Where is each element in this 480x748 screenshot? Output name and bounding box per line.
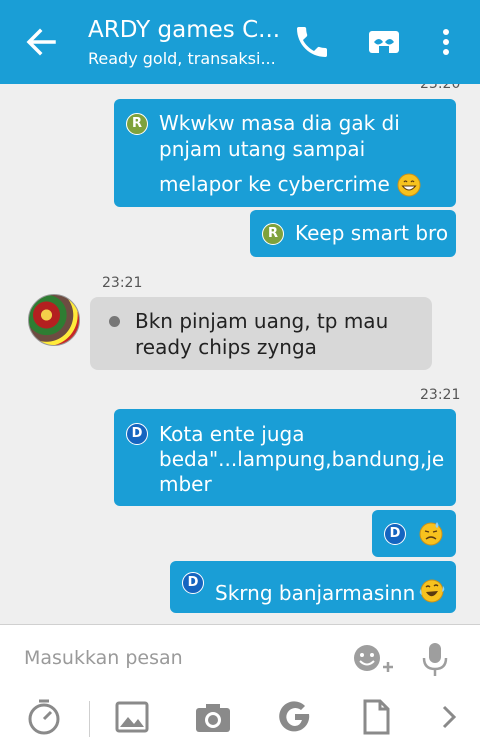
chat-subtitle[interactable]: Ready gold, transaksi... bbox=[88, 49, 276, 69]
camera-icon[interactable] bbox=[193, 697, 233, 737]
avatar[interactable] bbox=[28, 294, 80, 346]
chat-area[interactable]: 23:20 R Wkwkw masa dia gak di pnjam utan… bbox=[0, 84, 480, 624]
sender-badge: R bbox=[126, 113, 148, 135]
mic-icon[interactable] bbox=[420, 639, 450, 679]
message-text: Wkwkw masa dia gak di bbox=[159, 111, 400, 135]
status-dot-icon bbox=[109, 316, 120, 327]
chat-title[interactable]: ARDY games C... bbox=[88, 16, 280, 44]
message-bubble-outgoing[interactable]: R Keep smart bro bbox=[250, 210, 456, 257]
message-text: Skrng banjarmasinn bbox=[215, 581, 416, 605]
more-vert-icon[interactable] bbox=[432, 22, 460, 62]
message-text: melapor ke cybercrime bbox=[159, 172, 390, 196]
timestamp: 23:21 bbox=[102, 275, 143, 291]
sender-badge: D bbox=[182, 572, 204, 594]
message-text: Kota ente juga bbox=[159, 422, 305, 446]
composer: Masukkan pesan bbox=[0, 624, 480, 748]
timer-icon[interactable] bbox=[24, 697, 64, 737]
sender-badge: R bbox=[262, 223, 284, 245]
message-bubble-outgoing[interactable]: R Wkwkw masa dia gak di pnjam utang samp… bbox=[114, 99, 456, 207]
timestamp: 23:21 bbox=[420, 387, 461, 403]
message-text: Keep smart bro bbox=[295, 221, 449, 245]
message-bubble-incoming[interactable]: Bkn pinjam uang, tp mau ready chips zyng… bbox=[90, 297, 432, 370]
mask-icon[interactable] bbox=[362, 22, 406, 62]
chevron-right-icon[interactable] bbox=[432, 697, 472, 737]
message-text: pnjam utang sampai bbox=[159, 137, 366, 161]
message-bubble-outgoing[interactable]: D bbox=[372, 510, 456, 557]
message-bubble-outgoing[interactable]: D Skrng banjarmasinn bbox=[170, 561, 456, 613]
laugh-cry-emoji-icon bbox=[419, 579, 445, 603]
message-input[interactable]: Masukkan pesan bbox=[24, 647, 183, 669]
divider bbox=[89, 701, 90, 737]
image-icon[interactable] bbox=[112, 697, 152, 737]
message-text: beda"...lampung,bandung,je bbox=[159, 447, 445, 471]
back-arrow-icon[interactable] bbox=[20, 24, 60, 60]
app-bar: ARDY games C... Ready gold, transaksi... bbox=[0, 0, 480, 84]
message-text: ready chips zynga bbox=[135, 335, 317, 359]
google-icon[interactable] bbox=[275, 697, 315, 737]
timestamp: 23:20 bbox=[420, 84, 461, 92]
sweat-emoji-icon bbox=[419, 522, 443, 546]
message-text: Bkn pinjam uang, tp mau bbox=[135, 309, 389, 333]
sender-badge: D bbox=[126, 423, 148, 445]
sender-badge: D bbox=[384, 523, 406, 545]
message-text: mber bbox=[159, 472, 212, 496]
message-bubble-outgoing[interactable]: D Kota ente juga beda"...lampung,bandung… bbox=[114, 409, 456, 506]
emoji-add-icon[interactable] bbox=[350, 641, 394, 677]
phone-icon[interactable] bbox=[292, 22, 332, 62]
file-icon[interactable] bbox=[356, 697, 396, 737]
grin-emoji-icon bbox=[397, 173, 421, 197]
